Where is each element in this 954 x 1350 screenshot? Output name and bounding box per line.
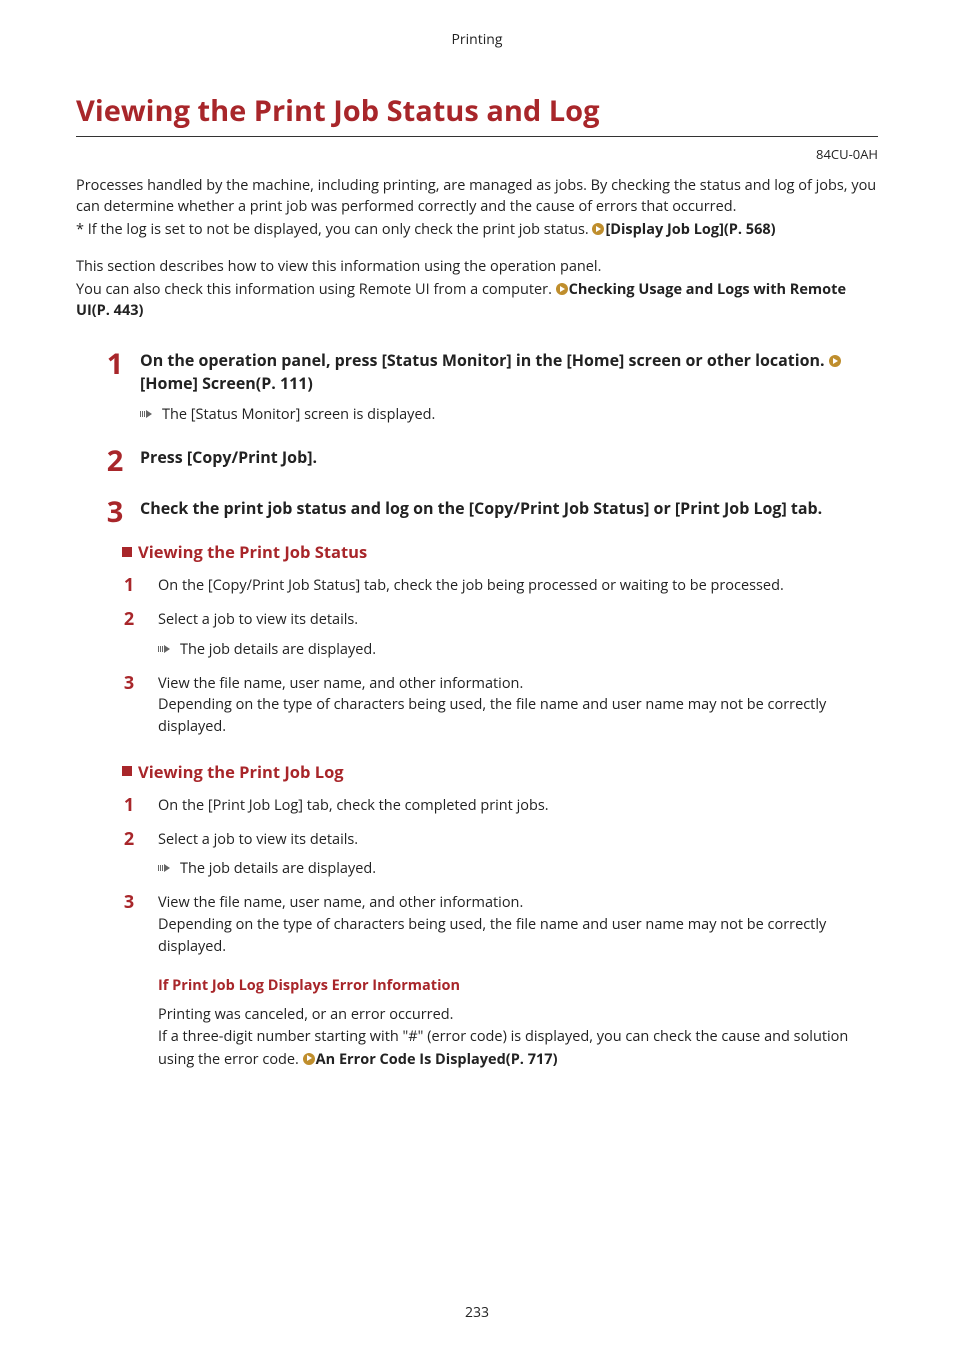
step-heading: Press [Copy/Print Job]. bbox=[140, 446, 878, 469]
step-1-result-text: The [Status Monitor] screen is displayed… bbox=[162, 405, 435, 424]
step-number: 1 bbox=[104, 349, 126, 424]
intro-p4-text: You can also check this information usin… bbox=[76, 280, 556, 299]
step-3: 3 Check the print job status and log on … bbox=[104, 497, 878, 526]
result-arrow-icon bbox=[140, 410, 156, 418]
step-1-result: The [Status Monitor] screen is displayed… bbox=[140, 405, 878, 424]
error-code-link[interactable]: An Error Code Is Displayed(P. 717) bbox=[316, 1050, 558, 1069]
substep-result-text: The job details are displayed. bbox=[180, 640, 376, 659]
step-1: 1 On the operation panel, press [Status … bbox=[104, 349, 878, 424]
error-info-block: If Print Job Log Displays Error Informat… bbox=[122, 975, 878, 1071]
error-p2: If a three-digit number starting with "#… bbox=[158, 1026, 878, 1071]
play-link-icon bbox=[829, 355, 841, 367]
sub-step: 2 Select a job to view its details. The … bbox=[122, 609, 878, 661]
page-title: Viewing the Print Job Status and Log bbox=[76, 91, 878, 137]
substep-result: The job details are displayed. bbox=[158, 858, 878, 880]
intro-p2-text: * If the log is set to not be displayed,… bbox=[76, 220, 592, 239]
page-number: 233 bbox=[0, 1303, 954, 1322]
display-job-log-link[interactable]: [Display Job Log](P. 568) bbox=[605, 220, 775, 239]
result-arrow-icon bbox=[158, 864, 174, 872]
play-link-icon bbox=[592, 223, 604, 235]
square-bullet-icon bbox=[122, 766, 132, 776]
substep-text: On the [Copy/Print Job Status] tab, chec… bbox=[158, 575, 878, 597]
step-2: 2 Press [Copy/Print Job]. bbox=[104, 446, 878, 475]
substep-number: 1 bbox=[122, 795, 136, 817]
subsection-heading-log: Viewing the Print Job Log bbox=[122, 760, 878, 783]
subsection-title: Viewing the Print Job Status bbox=[138, 540, 367, 563]
intro-p2: * If the log is set to not be displayed,… bbox=[76, 219, 878, 240]
step-number: 2 bbox=[104, 446, 126, 475]
step-number: 3 bbox=[104, 497, 126, 526]
substep-result: The job details are displayed. bbox=[158, 639, 878, 661]
substep-result-text: The job details are displayed. bbox=[180, 859, 376, 878]
error-p1: Printing was canceled, or an error occur… bbox=[158, 1004, 878, 1026]
subsection-title: Viewing the Print Job Log bbox=[138, 760, 344, 783]
substep-text: Select a job to view its details. bbox=[158, 829, 878, 851]
step-heading: Check the print job status and log on th… bbox=[140, 497, 878, 520]
substep-number: 2 bbox=[122, 609, 136, 661]
subsection-heading-status: Viewing the Print Job Status bbox=[122, 540, 878, 563]
substep-number: 1 bbox=[122, 575, 136, 597]
sub-step: 3 View the file name, user name, and oth… bbox=[122, 892, 878, 957]
step-1-text: On the operation panel, press [Status Mo… bbox=[140, 349, 829, 371]
intro-block: Processes handled by the machine, includ… bbox=[76, 175, 878, 321]
step-heading: On the operation panel, press [Status Mo… bbox=[140, 349, 878, 395]
play-link-icon bbox=[556, 283, 568, 295]
substep-text: On the [Print Job Log] tab, check the co… bbox=[158, 795, 878, 817]
sub-step: 2 Select a job to view its details. The … bbox=[122, 829, 878, 881]
intro-p4: You can also check this information usin… bbox=[76, 279, 878, 321]
intro-p3: This section describes how to view this … bbox=[76, 256, 878, 277]
main-steps: 1 On the operation panel, press [Status … bbox=[76, 349, 878, 526]
play-link-icon bbox=[303, 1053, 315, 1065]
result-arrow-icon bbox=[158, 645, 174, 653]
sub-step: 1 On the [Print Job Log] tab, check the … bbox=[122, 795, 878, 817]
substep-text: Select a job to view its details. bbox=[158, 609, 878, 631]
substep-number: 2 bbox=[122, 829, 136, 881]
substep-text: View the file name, user name, and other… bbox=[158, 673, 878, 738]
sub-step: 1 On the [Copy/Print Job Status] tab, ch… bbox=[122, 575, 878, 597]
error-title: If Print Job Log Displays Error Informat… bbox=[158, 975, 878, 997]
section-header: Printing bbox=[76, 30, 878, 49]
square-bullet-icon bbox=[122, 547, 132, 557]
home-screen-link[interactable]: [Home] Screen(P. 111) bbox=[140, 372, 313, 394]
substep-number: 3 bbox=[122, 673, 136, 738]
substep-text: View the file name, user name, and other… bbox=[158, 892, 878, 957]
substep-number: 3 bbox=[122, 892, 136, 957]
sub-step: 3 View the file name, user name, and oth… bbox=[122, 673, 878, 738]
doc-code: 84CU-0AH bbox=[76, 145, 878, 163]
intro-p1: Processes handled by the machine, includ… bbox=[76, 175, 878, 217]
